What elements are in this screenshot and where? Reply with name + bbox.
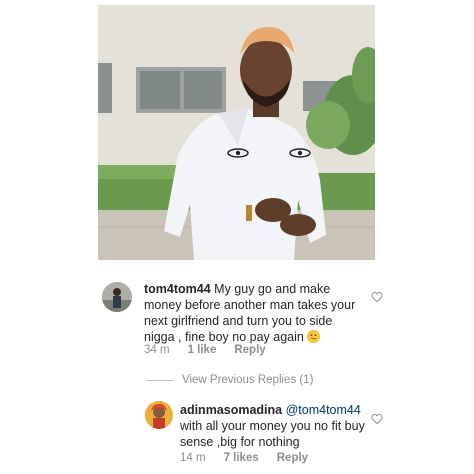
reply-time: 14 m (180, 452, 206, 464)
reply-like-heart-icon[interactable] (371, 413, 383, 425)
comment-body: tom4tom44 My guy go and make money befor… (144, 281, 366, 345)
comment-username[interactable]: tom4tom44 (144, 282, 211, 296)
comment-likes[interactable]: 1 like (188, 344, 217, 356)
reply-avatar-image (145, 401, 173, 429)
instagram-comments-screen: tom4tom44 My guy go and make money befor… (0, 0, 474, 474)
comment-meta: 34 m 1 like Reply (144, 344, 284, 356)
reply-reply-button[interactable]: Reply (277, 452, 308, 464)
avatar-image (102, 282, 132, 312)
reply-body: adinmasomadina @tom4tom44 with all your … (180, 402, 368, 450)
reply-text: with all your money you no fit buy sense… (180, 419, 365, 449)
like-heart-icon[interactable] (371, 291, 383, 303)
replies-divider (146, 379, 174, 381)
reply-meta: 14 m 7 likes Reply (180, 452, 326, 464)
comment-reply-button[interactable]: Reply (234, 344, 265, 356)
reply-avatar[interactable] (145, 401, 173, 429)
avatar[interactable] (102, 282, 132, 312)
slightly-smiling-face-icon (307, 330, 321, 343)
post-photo-graphic (98, 5, 375, 260)
view-previous-replies[interactable]: View Previous Replies (1) (146, 372, 313, 388)
reply-username[interactable]: adinmasomadina (180, 403, 282, 417)
reply-mention[interactable]: @tom4tom44 (286, 403, 361, 417)
view-replies-label: View Previous Replies (1) (182, 374, 314, 386)
reply-likes[interactable]: 7 likes (224, 452, 259, 464)
comment-time: 34 m (144, 344, 170, 356)
post-photo[interactable] (98, 5, 375, 260)
